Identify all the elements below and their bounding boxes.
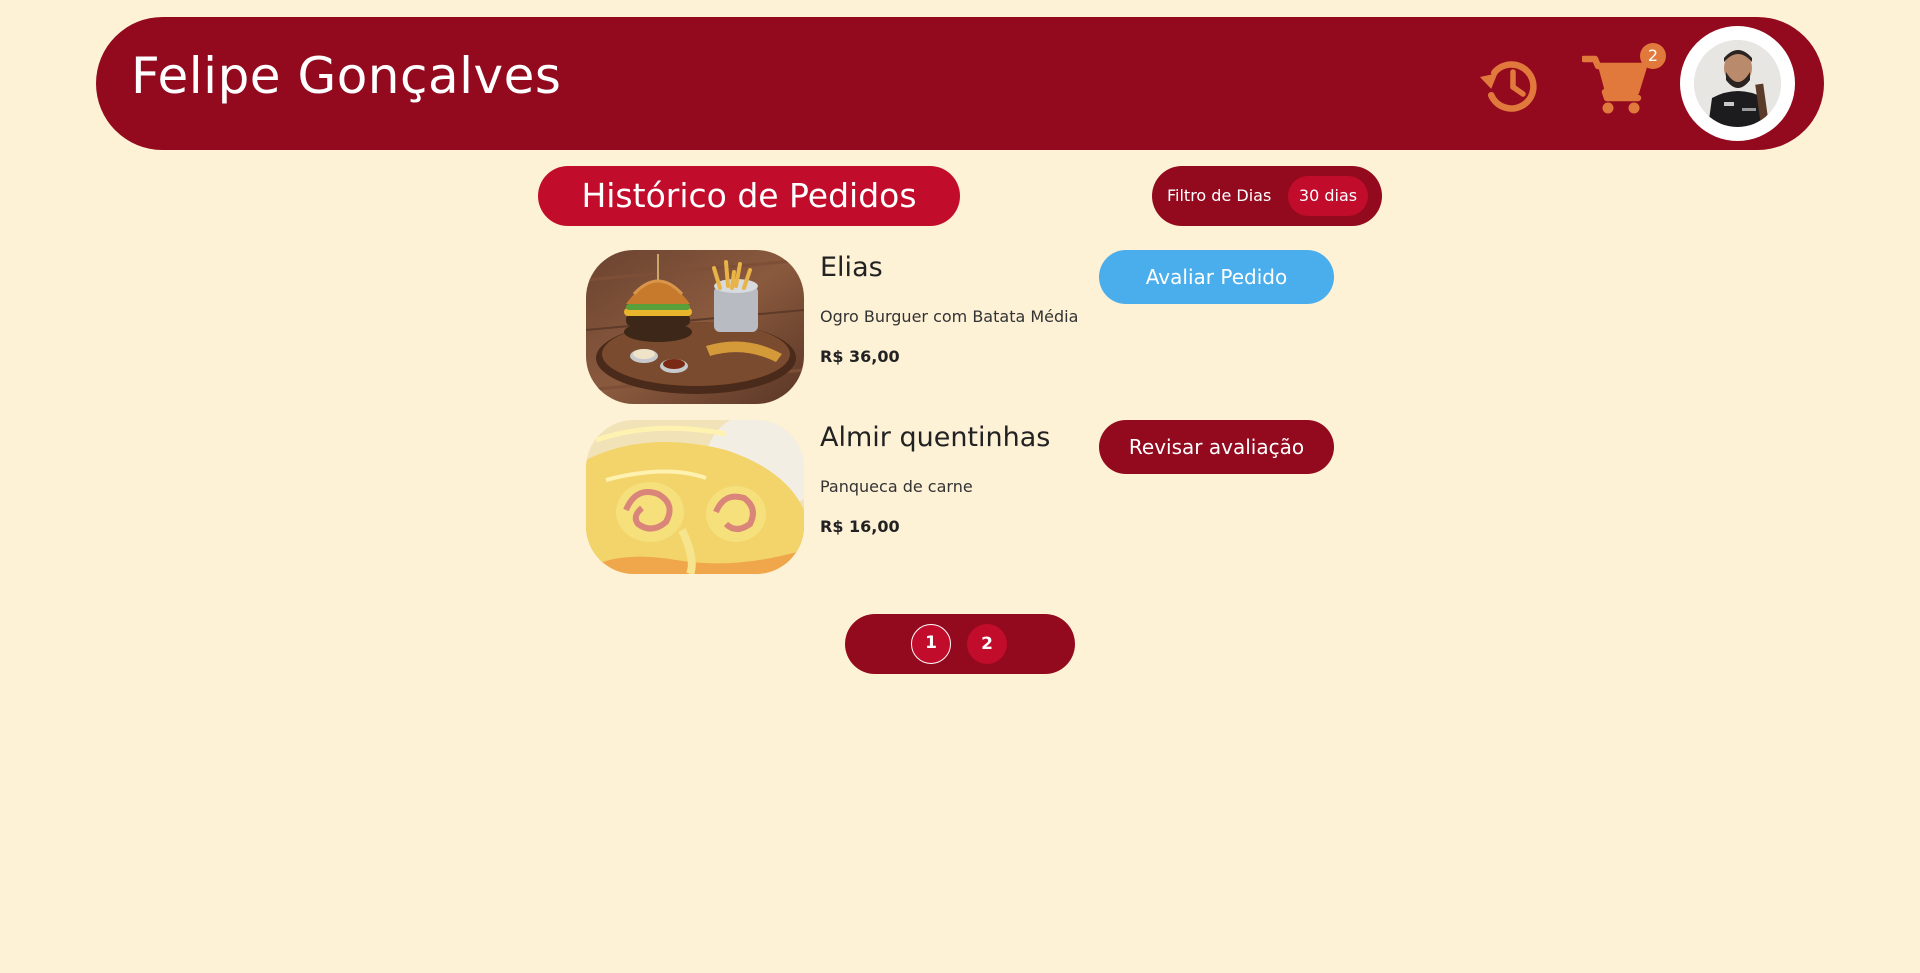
dish-name: Ogro Burguer com Batata Média [820,307,1079,326]
page-2-button[interactable]: 2 [967,624,1007,664]
pagination: 1 2 [845,614,1075,674]
page-1-button[interactable]: 1 [911,624,951,664]
day-filter-label: Filtro de Dias [1167,186,1272,205]
order-image-pancake [586,420,804,574]
avatar-image [1694,40,1781,127]
cart-icon-graphic [1580,55,1648,114]
avatar [1694,40,1781,127]
restaurant-name: Almir quentinhas [820,422,1051,453]
rate-order-button[interactable]: Avaliar Pedido [1099,250,1334,304]
pancake-photo [586,420,804,574]
user-name: Felipe Gonçalves [131,47,562,105]
cart-icon[interactable] [1580,53,1650,117]
restaurant-name: Elias [820,252,883,283]
cart-count-badge: 2 [1640,43,1666,69]
dish-name: Panqueca de carne [820,477,973,496]
order-list: Elias Ogro Burguer com Batata Média R$ 3… [586,250,1346,590]
avatar-button[interactable] [1680,26,1795,141]
order-item: Elias Ogro Burguer com Batata Média R$ 3… [586,250,1346,404]
day-filter: Filtro de Dias 30 dias [1152,166,1382,226]
history-icon[interactable] [1479,53,1543,117]
day-filter-select[interactable]: 30 dias [1288,176,1368,216]
top-bar: Felipe Gonçalves 2 [96,17,1824,150]
page-title: Histórico de Pedidos [538,166,960,226]
order-price: R$ 36,00 [820,347,900,366]
review-rating-button[interactable]: Revisar avaliação [1099,420,1334,474]
burger-photo [586,250,804,404]
order-image-burger [586,250,804,404]
order-item: Almir quentinhas Panqueca de carne R$ 16… [586,420,1346,574]
history-icon-graphic [1479,61,1537,112]
order-price: R$ 16,00 [820,517,900,536]
